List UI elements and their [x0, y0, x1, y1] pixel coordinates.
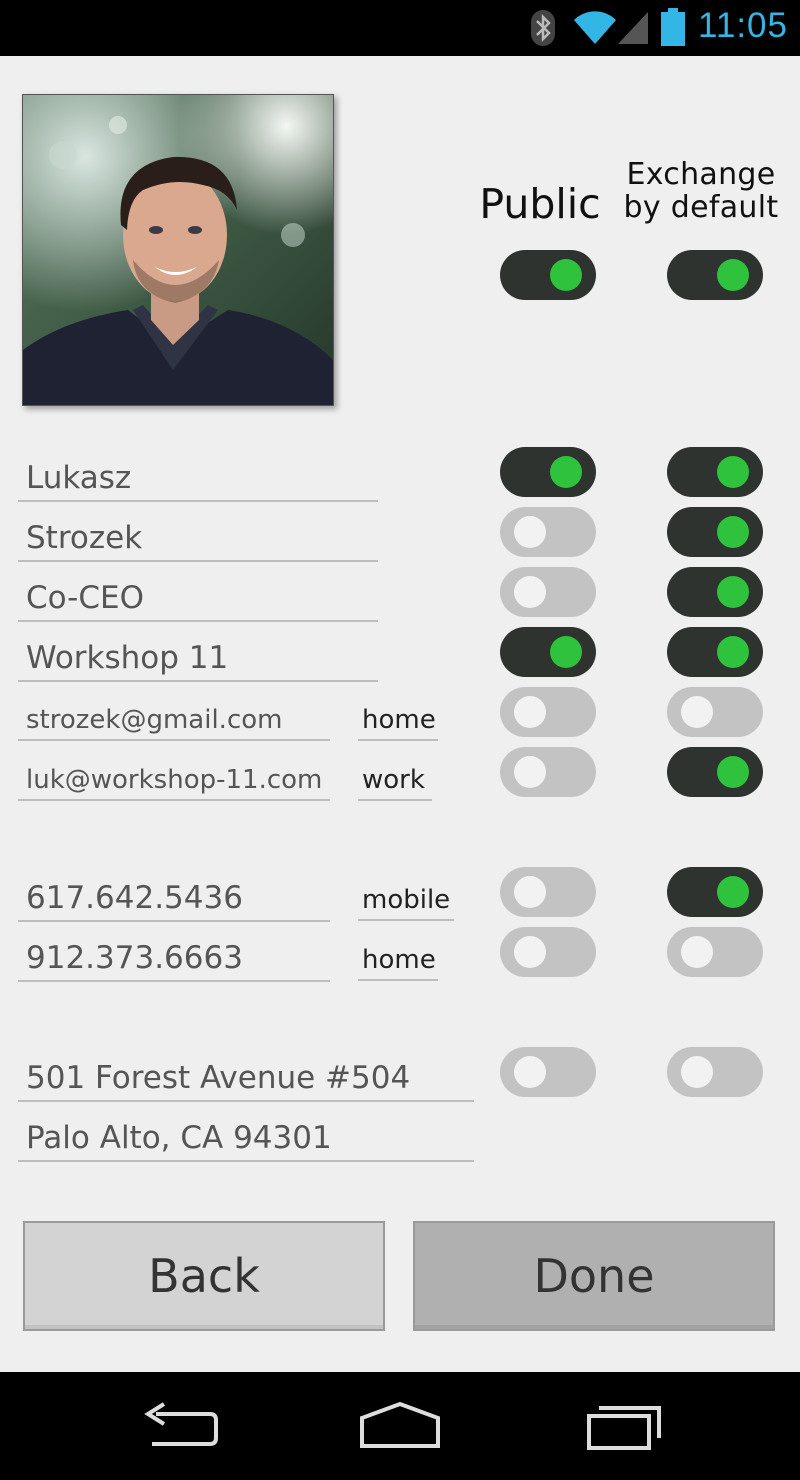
toggle-knob	[717, 756, 749, 788]
first-name-exchange-toggle[interactable]	[667, 447, 763, 497]
last-name-field[interactable]: Strozek	[18, 516, 378, 562]
phone-home-field[interactable]: 912.373.6663	[18, 936, 330, 982]
toggle-knob	[717, 876, 749, 908]
email-work-field[interactable]: luk@workshop-11.com	[18, 761, 330, 801]
phone-mobile-exchange-toggle[interactable]	[667, 867, 763, 917]
job-title-field[interactable]: Co-CEO	[18, 576, 378, 622]
toggle-knob	[550, 456, 582, 488]
address-public-toggle[interactable]	[500, 1047, 596, 1097]
exchange-header-line1: Exchange	[626, 157, 776, 192]
toggle-knob	[550, 259, 582, 291]
toggle-knob	[717, 259, 749, 291]
public-column-header: Public	[479, 180, 601, 228]
toggle-knob	[514, 1056, 546, 1088]
email-home-public-toggle[interactable]	[500, 687, 596, 737]
email-work-type[interactable]: work	[358, 761, 432, 801]
company-exchange-toggle[interactable]	[667, 627, 763, 677]
exchange-column-header: Exchange by default	[618, 158, 784, 224]
job-title-exchange-toggle[interactable]	[667, 567, 763, 617]
contact-editor: Public Exchange by default Lukasz Stroze…	[0, 56, 800, 1372]
email-work-public-toggle[interactable]	[500, 747, 596, 797]
clock: 11:05	[698, 6, 788, 45]
last-name-public-toggle[interactable]	[500, 507, 596, 557]
battery-icon	[660, 8, 686, 52]
toggle-knob	[514, 876, 546, 908]
email-work-exchange-toggle[interactable]	[667, 747, 763, 797]
address-street-field[interactable]: 501 Forest Avenue #504	[18, 1056, 474, 1102]
status-bar: 11:05	[0, 0, 800, 56]
company-field[interactable]: Workshop 11	[18, 636, 378, 682]
bluetooth-icon	[530, 8, 556, 52]
address-exchange-toggle[interactable]	[667, 1047, 763, 1097]
toggle-knob	[681, 1056, 713, 1088]
public-master-toggle[interactable]	[500, 250, 596, 300]
address-city-field[interactable]: Palo Alto, CA 94301	[18, 1116, 474, 1162]
toggle-knob	[681, 936, 713, 968]
home-nav-icon[interactable]	[350, 1396, 450, 1456]
toggle-knob	[514, 576, 546, 608]
toggle-knob	[550, 636, 582, 668]
toggle-knob	[514, 756, 546, 788]
back-button[interactable]: Back	[23, 1221, 385, 1331]
toggle-knob	[717, 516, 749, 548]
last-name-exchange-toggle[interactable]	[667, 507, 763, 557]
toggle-knob	[717, 576, 749, 608]
company-public-toggle[interactable]	[500, 627, 596, 677]
phone-mobile-public-toggle[interactable]	[500, 867, 596, 917]
navigation-bar	[0, 1372, 800, 1480]
phone-mobile-type[interactable]: mobile	[358, 881, 454, 921]
toggle-knob	[717, 456, 749, 488]
first-name-public-toggle[interactable]	[500, 447, 596, 497]
toggle-knob	[717, 636, 749, 668]
signal-icon	[616, 8, 650, 50]
recent-apps-icon[interactable]	[575, 1396, 675, 1456]
toggle-knob	[514, 516, 546, 548]
phone-mobile-field[interactable]: 617.642.5436	[18, 876, 330, 922]
phone-home-type[interactable]: home	[358, 941, 438, 981]
toggle-knob	[514, 696, 546, 728]
email-home-field[interactable]: strozek@gmail.com	[18, 701, 330, 741]
exchange-header-line2: by default	[623, 190, 779, 225]
wifi-icon	[572, 8, 618, 50]
first-name-field[interactable]: Lukasz	[18, 456, 378, 502]
done-button[interactable]: Done	[413, 1221, 775, 1331]
email-home-exchange-toggle[interactable]	[667, 687, 763, 737]
job-title-public-toggle[interactable]	[500, 567, 596, 617]
email-home-type[interactable]: home	[358, 701, 438, 741]
phone-home-exchange-toggle[interactable]	[667, 927, 763, 977]
exchange-master-toggle[interactable]	[667, 250, 763, 300]
profile-photo[interactable]	[22, 94, 334, 406]
toggle-knob	[514, 936, 546, 968]
back-nav-icon[interactable]	[130, 1396, 230, 1456]
phone-home-public-toggle[interactable]	[500, 927, 596, 977]
toggle-knob	[681, 696, 713, 728]
